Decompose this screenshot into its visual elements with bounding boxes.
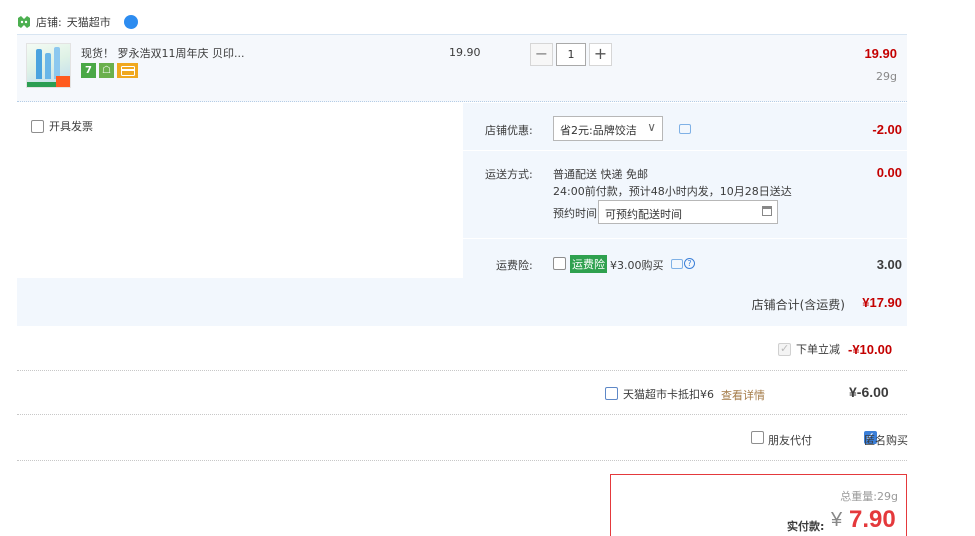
item-weight: 29g — [876, 70, 897, 83]
shipping-label: 运送方式: — [485, 168, 533, 181]
invoice-checkbox[interactable] — [31, 119, 44, 133]
shop-header: 店铺: 天猫超市 — [17, 12, 138, 32]
shop-total-amount: ¥17.90 — [862, 295, 902, 310]
item-subtotal: 19.90 — [864, 46, 897, 61]
divider — [17, 460, 907, 461]
pay-amount: 7.90 — [849, 506, 896, 533]
chevron-down-icon: ∨ — [647, 120, 656, 134]
shop-label: 店铺: — [36, 16, 62, 29]
shipping-method: 普通配送 快递 免邮 — [553, 168, 648, 181]
coupon-select[interactable]: 省2元:品牌饺洁 ∨ — [553, 116, 663, 141]
product-title-link[interactable]: 现货！ 罗永浩双11周年庆 贝印... — [81, 45, 246, 59]
coupon-selected-value: 省2元:品牌饺洁 — [560, 124, 637, 137]
quantity-input[interactable]: 1 — [556, 43, 586, 66]
shop-total-label: 店铺合计(含运费) — [751, 298, 845, 312]
insurance-label: 运费险: — [496, 259, 533, 272]
total-weight-label: 总重量: — [840, 490, 878, 503]
invoice-label: 开具发票 — [49, 120, 93, 133]
divider — [17, 370, 907, 371]
card-deduct-amount: ¥-6.00 — [849, 384, 889, 400]
shop-total-row: 店铺合计(含运费) ¥17.90 — [17, 278, 907, 326]
credit-card-icon — [117, 63, 138, 78]
coupon-amount: -2.00 — [872, 122, 902, 137]
card-deduct-label: 天猫超市卡抵扣¥6 — [623, 388, 714, 401]
friend-pay-label: 朋友代付 — [768, 434, 812, 447]
insurance-amount: 3.00 — [876, 257, 902, 272]
total-weight: 总重量:29g — [840, 488, 898, 504]
divider — [17, 414, 907, 415]
card-detail-link[interactable]: 查看详情 — [721, 387, 765, 403]
divider — [463, 150, 907, 151]
message-icon[interactable] — [679, 124, 691, 134]
shipping-detail: 24:00前付款，预计48小时内发，10月28日送达 — [553, 185, 792, 198]
currency-symbol: ¥ — [831, 509, 843, 531]
message-icon[interactable] — [671, 259, 683, 269]
instant-discount-label: 下单立减 — [796, 343, 840, 356]
card-deduct-checkbox[interactable] — [605, 387, 618, 400]
quantity-stepper: − 1 + — [530, 43, 612, 69]
unit-price: 19.90 — [449, 46, 481, 59]
seven-day-return-icon: 7 — [81, 63, 96, 78]
insurance-tag: 运费险 — [570, 255, 607, 273]
pay-label: 实付款: — [787, 520, 825, 533]
shop-name[interactable]: 天猫超市 — [67, 14, 111, 30]
appointment-placeholder: 可预约配送时间 — [605, 208, 682, 221]
order-options-panel: 开具发票 店铺优惠: 省2元:品牌饺洁 ∨ -2.00 运送方式: 普通配送 快… — [17, 103, 907, 326]
instant-discount-amount: -¥10.00 — [848, 342, 893, 357]
product-thumbnail[interactable] — [26, 43, 71, 88]
friend-pay-checkbox[interactable] — [751, 431, 764, 444]
wangwang-chat-icon[interactable] — [123, 15, 138, 29]
decrease-quantity-button[interactable]: − — [530, 43, 553, 66]
service-badges: 7 ☖ — [81, 63, 138, 78]
total-weight-value: 29g — [877, 490, 898, 503]
shipping-info: 普通配送 快递 免邮 24:00前付款，预计48小时内发，10月28日送达 — [553, 166, 792, 200]
calendar-icon — [762, 206, 772, 216]
divider — [463, 238, 907, 239]
appointment-label: 预约时间 — [553, 207, 597, 220]
cart-item-row: 现货！ 罗永浩双11周年庆 贝印... 7 ☖ 19.90 − 1 + 19.9… — [17, 34, 907, 102]
payment-summary-box: 总重量:29g 实付款: ¥ 7.90 — [610, 474, 907, 536]
instant-discount-checkbox — [778, 342, 791, 356]
coupon-label: 店铺优惠: — [485, 124, 533, 137]
tmall-logo-icon — [18, 16, 30, 28]
shipping-amount: 0.00 — [876, 165, 902, 180]
help-icon[interactable]: ? — [684, 258, 695, 269]
guarantee-icon: ☖ — [99, 63, 114, 78]
anonymous-label: 匿名购买 — [864, 434, 908, 447]
appointment-time-input[interactable]: 可预约配送时间 — [598, 200, 778, 224]
insurance-checkbox[interactable] — [553, 257, 566, 270]
increase-quantity-button[interactable]: + — [589, 43, 612, 66]
insurance-price: ¥3.00购买 — [610, 259, 664, 272]
